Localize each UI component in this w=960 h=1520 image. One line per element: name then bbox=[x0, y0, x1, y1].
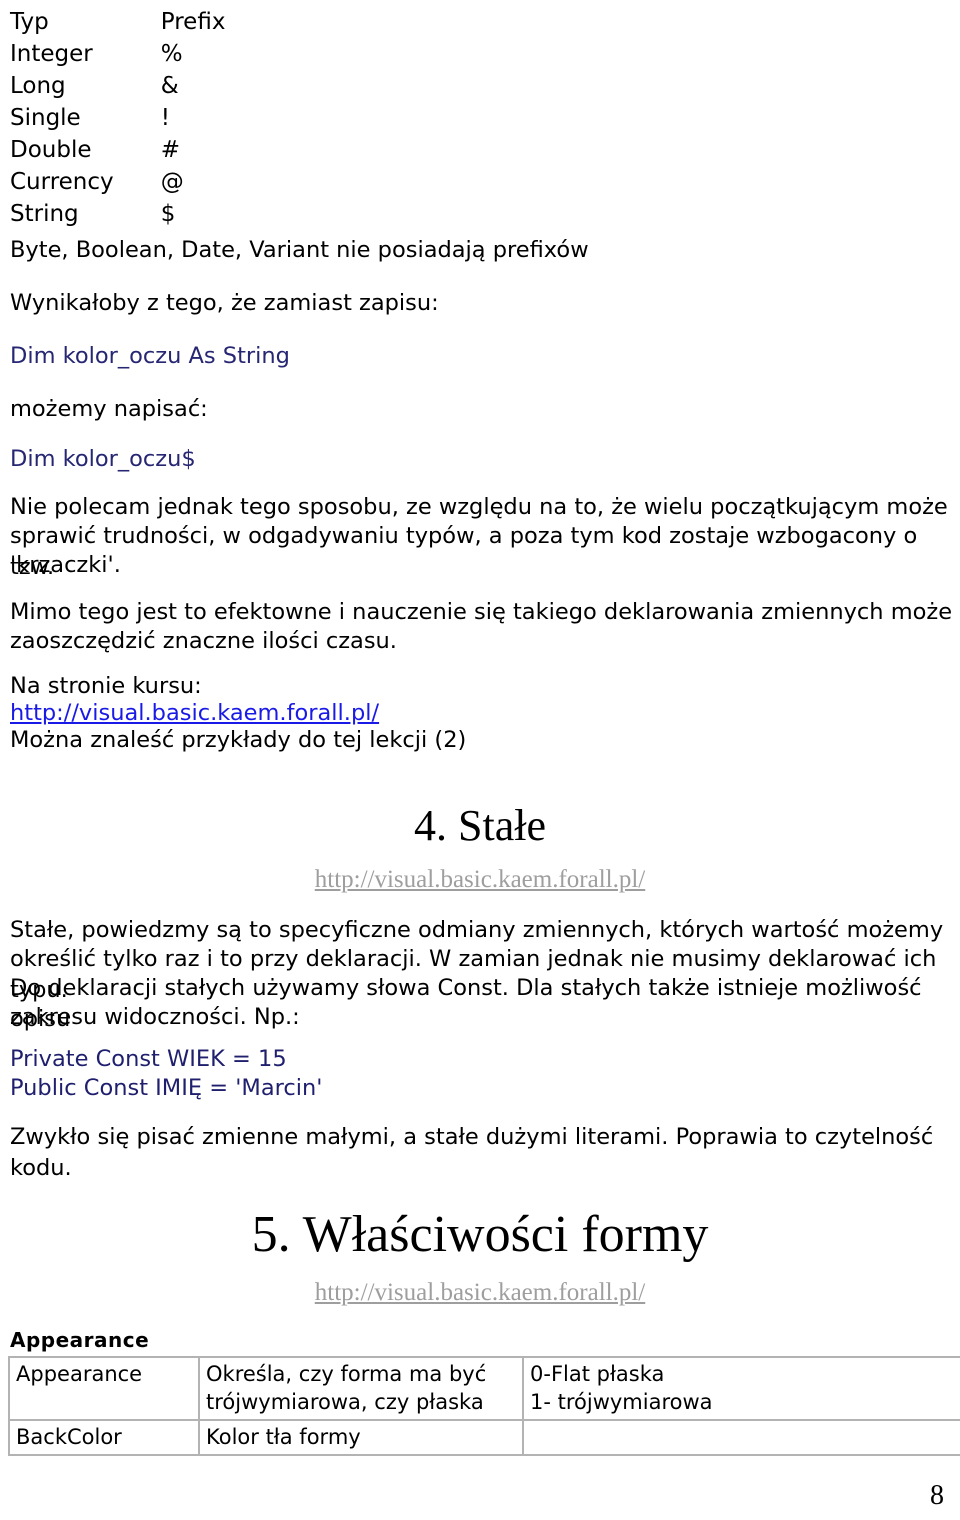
type-cell: Double bbox=[10, 137, 92, 163]
prefix-cell: @ bbox=[160, 169, 184, 195]
table-row: Single ! bbox=[10, 102, 430, 134]
prefix-cell: & bbox=[160, 73, 179, 99]
table-row: Currency @ bbox=[10, 166, 430, 198]
instead-of-note: Wynikałoby z tego, że zamiast zapisu: bbox=[10, 290, 439, 316]
type-prefix-table-body: Typ Prefix Integer % Long & Single ! Dou… bbox=[10, 6, 430, 230]
section-4-url-link[interactable]: http://visual.basic.kaem.forall.pl/ bbox=[315, 866, 645, 893]
type-cell: Single bbox=[10, 105, 81, 131]
properties-table-title: Appearance bbox=[10, 1328, 150, 1352]
benefit-line-1: Mimo tego jest to efektowne i nauczenie … bbox=[10, 599, 953, 625]
form-properties-table-body: Appearance Określa, czy forma ma być tró… bbox=[8, 1356, 960, 1456]
table-row: Integer % bbox=[10, 38, 430, 70]
section-5-url-wrapper: http://visual.basic.kaem.forall.pl/ bbox=[0, 1278, 960, 1308]
table-row: Typ Prefix bbox=[10, 6, 430, 38]
prefix-cell: ! bbox=[160, 105, 170, 131]
property-description-cell: Kolor tła formy bbox=[198, 1419, 524, 1456]
type-prefix-table: Typ Prefix Integer % Long & Single ! Dou… bbox=[10, 6, 430, 230]
warning-line-1: Nie polecam jednak tego sposobu, ze wzgl… bbox=[10, 494, 948, 520]
form-properties-table: Appearance Określa, czy forma ma być tró… bbox=[8, 1356, 960, 1456]
table-row: BackColor Kolor tła formy bbox=[8, 1419, 960, 1456]
type-cell: String bbox=[10, 201, 79, 227]
code-dim-short: Dim kolor_oczu$ bbox=[10, 446, 196, 472]
prefix-cell: $ bbox=[160, 201, 176, 227]
code-dim-long: Dim kolor_oczu As String bbox=[10, 343, 290, 369]
type-cell: Long bbox=[10, 73, 66, 99]
section-4-para-line-1: Stałe, powiedzmy są to specyficzne odmia… bbox=[10, 917, 944, 943]
document-page: Typ Prefix Integer % Long & Single ! Dou… bbox=[0, 0, 960, 1520]
section-4-closing-line: Zwykło się pisać zmienne małymi, a stałe… bbox=[10, 1124, 934, 1181]
warning-line-3: 'krzaczki'. bbox=[10, 552, 121, 578]
section-5-heading: 5. Właściwości formy bbox=[251, 1206, 709, 1263]
type-cell: Integer bbox=[10, 41, 93, 67]
page-number: 8 bbox=[930, 1480, 944, 1511]
prefix-cell: # bbox=[160, 137, 181, 163]
type-cell: Currency bbox=[10, 169, 114, 195]
section-4-url-wrapper: http://visual.basic.kaem.forall.pl/ bbox=[0, 865, 960, 895]
section-4-para-line-4: zakresu widoczności. Np.: bbox=[10, 1004, 300, 1030]
const-code-line-2: Public Const IMIĘ = 'Marcin' bbox=[10, 1075, 323, 1101]
table-row: Appearance Określa, czy forma ma być tró… bbox=[8, 1356, 960, 1421]
we-can-write-note: możemy napisać: bbox=[10, 396, 208, 422]
property-values-cell: 0-Flat płaska 1- trójwymiarowa bbox=[522, 1356, 960, 1421]
course-url-link[interactable]: http://visual.basic.kaem.forall.pl/ bbox=[10, 700, 379, 727]
table-row: Long & bbox=[10, 70, 430, 102]
property-description-cell: Określa, czy forma ma być trójwymiarowa,… bbox=[198, 1356, 524, 1421]
table-row: String $ bbox=[10, 198, 430, 230]
examples-line: Można znaleść przykłady do tej lekcji (2… bbox=[10, 727, 467, 753]
const-code-line-1: Private Const WIEK = 15 bbox=[10, 1046, 287, 1072]
no-prefix-note: Byte, Boolean, Date, Variant nie posiada… bbox=[10, 237, 589, 263]
property-values-cell bbox=[522, 1419, 960, 1456]
section-4-heading: 4. Stałe bbox=[414, 801, 546, 850]
table-row: Double # bbox=[10, 134, 430, 166]
benefit-line-2: zaoszczędzić znaczne ilości czasu. bbox=[10, 628, 397, 654]
prefix-cell: Prefix bbox=[160, 9, 226, 35]
property-name-cell: Appearance bbox=[8, 1356, 200, 1421]
type-cell: Typ bbox=[10, 9, 49, 35]
section-5-url-link[interactable]: http://visual.basic.kaem.forall.pl/ bbox=[315, 1279, 645, 1306]
prefix-cell: % bbox=[160, 41, 183, 67]
warning-line-2: sprawić trudności, w odgadywaniu typów, … bbox=[10, 523, 918, 580]
property-name-cell: BackColor bbox=[8, 1419, 200, 1456]
course-page-label: Na stronie kursu: bbox=[10, 673, 202, 699]
